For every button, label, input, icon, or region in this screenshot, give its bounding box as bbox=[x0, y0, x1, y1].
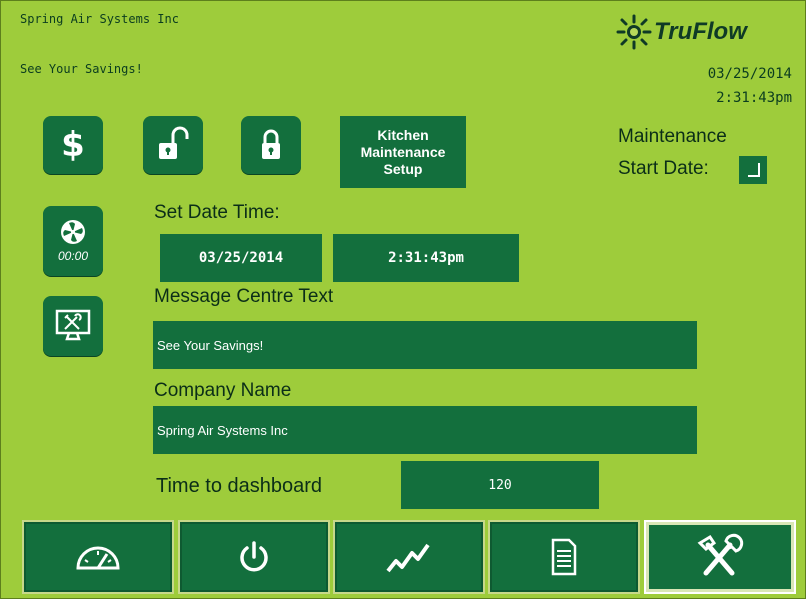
logo-burst-icon bbox=[616, 14, 652, 50]
header-message-text: See Your Savings! bbox=[20, 62, 143, 76]
maintenance-start-date-checkbox[interactable] bbox=[739, 156, 767, 184]
message-centre-label: Message Centre Text bbox=[154, 286, 334, 307]
setup-button-line1: Kitchen bbox=[377, 126, 429, 143]
lock-button[interactable] bbox=[241, 116, 301, 174]
setup-button-line2: Maintenance bbox=[360, 143, 446, 160]
header-date: 03/25/2014 bbox=[707, 66, 792, 82]
header-time: 2:31:43pm bbox=[716, 90, 792, 106]
fan-timer-label: 00:00 bbox=[57, 249, 89, 263]
start-date-label: Start Date: bbox=[618, 158, 709, 179]
monitor-tools-button[interactable] bbox=[43, 296, 103, 356]
header-company-text: Spring Air Systems Inc bbox=[20, 12, 179, 26]
power-icon bbox=[240, 541, 268, 572]
monitor-tools-icon bbox=[55, 309, 91, 341]
nav-report-button[interactable] bbox=[488, 520, 640, 594]
nav-trend-button[interactable] bbox=[333, 520, 485, 594]
dollar-icon: $ bbox=[61, 125, 85, 165]
message-centre-input[interactable]: See Your Savings! bbox=[153, 321, 697, 369]
nav-power-button[interactable] bbox=[178, 520, 330, 594]
fan-timer-button[interactable]: 00:00 bbox=[43, 206, 103, 276]
fan-icon bbox=[61, 220, 85, 244]
gauge-icon bbox=[76, 546, 120, 570]
time-input[interactable]: 2:31:43pm bbox=[333, 234, 519, 282]
document-icon bbox=[551, 538, 577, 576]
nav-settings-button[interactable] bbox=[644, 520, 796, 594]
bottom-nav bbox=[10, 518, 796, 594]
company-name-label: Company Name bbox=[154, 380, 292, 401]
trend-icon bbox=[386, 543, 430, 573]
date-input[interactable]: 03/25/2014 bbox=[160, 234, 322, 282]
time-to-dashboard-input[interactable]: 120 bbox=[401, 461, 599, 509]
time-to-dashboard-label: Time to dashboard bbox=[156, 475, 323, 497]
truflow-logo: TruFlow bbox=[616, 12, 796, 52]
setup-button-line3: Setup bbox=[383, 160, 423, 177]
logo-text: TruFlow bbox=[654, 18, 747, 45]
nav-dashboard-button[interactable] bbox=[22, 520, 174, 594]
unlock-icon bbox=[159, 126, 189, 159]
tools-icon bbox=[697, 533, 744, 576]
screen-frame bbox=[0, 0, 806, 599]
savings-button[interactable]: $ bbox=[43, 116, 103, 174]
company-name-input[interactable]: Spring Air Systems Inc bbox=[153, 406, 697, 454]
lock-icon bbox=[262, 129, 280, 159]
kitchen-maintenance-setup-button[interactable]: Kitchen Maintenance Setup bbox=[340, 116, 466, 188]
unlock-button[interactable] bbox=[143, 116, 203, 174]
set-date-time-label: Set Date Time: bbox=[154, 202, 280, 223]
maintenance-label: Maintenance bbox=[618, 126, 727, 147]
